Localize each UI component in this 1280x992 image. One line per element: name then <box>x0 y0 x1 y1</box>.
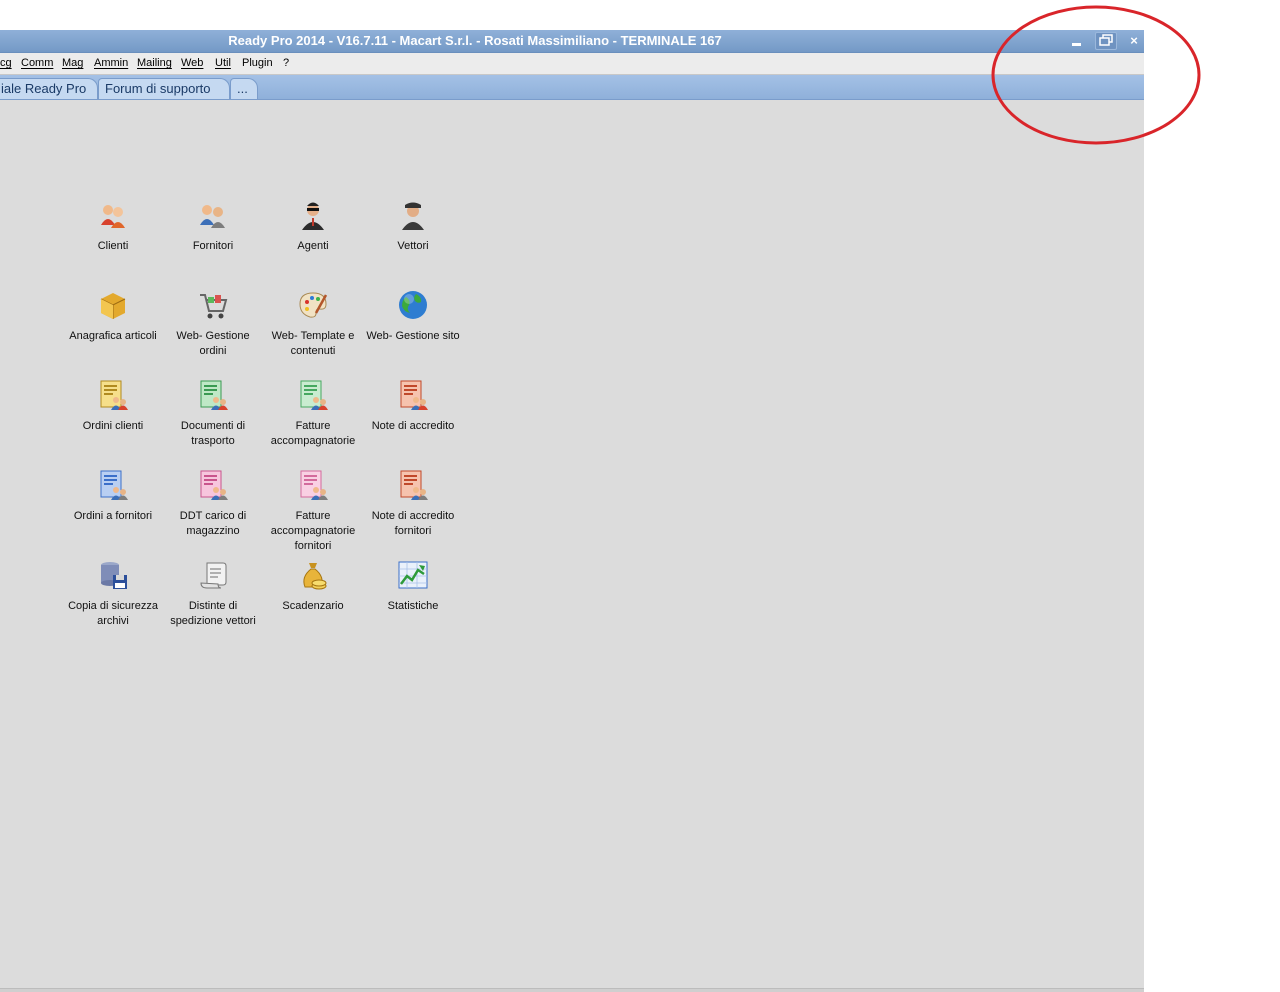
desktop-icon-label: Fatture accompagnatorie <box>270 420 356 447</box>
cart-icon <box>200 294 228 319</box>
desktop-icon-clienti[interactable]: Clienti <box>65 199 161 254</box>
desktop-icon-label: Vettori <box>397 240 429 252</box>
agenti-icon <box>302 202 324 230</box>
backup-disk-icon <box>101 562 127 589</box>
title-bar[interactable]: Ready Pro 2014 - V16.7.11 - Macart S.r.l… <box>0 30 1144 53</box>
restore-icon <box>1099 34 1113 46</box>
menu-ammin[interactable]: Ammin <box>94 53 128 74</box>
articles-box-icon <box>100 293 126 319</box>
menu-util[interactable]: Util <box>215 53 231 74</box>
minimize-icon <box>1072 43 1081 46</box>
desktop-icon-ddt-carico-di-magazzino[interactable]: DDT carico di magazzino <box>165 469 261 539</box>
menu-comm[interactable]: Comm <box>21 53 53 74</box>
status-bar <box>0 988 1144 992</box>
fornitori-icon <box>200 205 225 228</box>
menu-plugin[interactable]: Plugin <box>242 53 273 74</box>
document-people-icon <box>300 380 328 410</box>
desktop-icon-label: Copia di sicurezza archivi <box>68 600 158 627</box>
desktop-icon-web-template-contenuti[interactable]: Web- Template e contenuti <box>265 289 361 359</box>
desktop-icon-label: Ordini clienti <box>82 420 144 432</box>
menu-web[interactable]: Web <box>181 53 203 74</box>
desktop-icon-note-di-accredito[interactable]: Note di accredito <box>365 379 461 434</box>
desktop-icon-label: Web- Gestione ordini <box>176 330 250 357</box>
palette-icon <box>299 292 328 318</box>
desktop-icon-anagrafica-articoli[interactable]: Anagrafica articoli <box>65 289 161 344</box>
restore-button[interactable] <box>1095 32 1117 50</box>
scroll-icon <box>200 562 227 589</box>
desktop-icon-label: Web- Gestione sito <box>366 330 460 342</box>
menu-mailing[interactable]: Mailing <box>137 53 172 74</box>
document-people-icon <box>200 380 228 410</box>
document-people-icon <box>400 470 428 500</box>
desktop-icon-distinte-di-spedizione-vettori[interactable]: Distinte di spedizione vettori <box>165 559 261 629</box>
desktop-icon-label: Fornitori <box>192 240 234 252</box>
money-bag-icon <box>303 563 327 590</box>
tab-bar: iale Ready Pro Forum di supporto ... <box>0 75 1144 100</box>
globe-icon <box>399 291 427 319</box>
close-button[interactable]: × <box>1123 32 1144 50</box>
vettori-icon <box>402 202 424 230</box>
minimize-button[interactable] <box>1066 32 1088 50</box>
desktop-icon-fornitori[interactable]: Fornitori <box>165 199 261 254</box>
desktop-icon-scadenzario[interactable]: Scadenzario <box>265 559 361 614</box>
desktop-icon-label: Agenti <box>297 240 329 252</box>
desktop-icon-web-gestione-sito[interactable]: Web- Gestione sito <box>365 289 461 344</box>
tab-ufficiale-ready-pro[interactable]: iale Ready Pro <box>0 78 98 99</box>
desktop-icon-label: Web- Template e contenuti <box>271 330 355 357</box>
menu-contabilita[interactable]: cg <box>0 53 12 74</box>
statistics-chart-icon <box>398 561 428 589</box>
desktop-icon-copia-di-sicurezza-archivi[interactable]: Copia di sicurezza archivi <box>65 559 161 629</box>
menu-bar: cg Comm Mag Ammin Mailing Web Util Plugi… <box>0 53 1144 75</box>
desktop-icon-label: Ordini a fornitori <box>73 510 153 522</box>
document-people-icon <box>400 380 428 410</box>
clienti-icon <box>101 205 125 228</box>
desktop-icon-agenti[interactable]: Agenti <box>265 199 361 254</box>
document-people-icon <box>100 470 128 500</box>
desktop-icon-fatture-accompagnatorie-fornitori[interactable]: Fatture accompagnatorie fornitori <box>265 469 361 554</box>
close-icon: × <box>1130 33 1138 48</box>
desktop-icon-label: Clienti <box>97 240 129 252</box>
desktop-icon-label: Fatture accompagnatorie fornitori <box>270 510 356 552</box>
document-people-icon <box>300 470 328 500</box>
desktop-icon-label: Note di accredito <box>371 420 455 432</box>
desktop-icon-label: Statistiche <box>387 600 439 612</box>
desktop-icon-label: DDT carico di magazzino <box>179 510 247 537</box>
desktop-icon-statistiche[interactable]: Statistiche <box>365 559 461 614</box>
tab-more[interactable]: ... <box>230 78 258 99</box>
desktop-icon-vettori[interactable]: Vettori <box>365 199 461 254</box>
menu-help[interactable]: ? <box>283 53 289 74</box>
desktop-icon-ordini-a-fornitori[interactable]: Ordini a fornitori <box>65 469 161 524</box>
tab-forum-di-supporto[interactable]: Forum di supporto <box>98 78 230 99</box>
desktop-icon-label: Distinte di spedizione vettori <box>170 600 256 627</box>
desktop-icon-web-gestione-ordini[interactable]: Web- Gestione ordini <box>165 289 261 359</box>
desktop-icon-documenti-di-trasporto[interactable]: Documenti di trasporto <box>165 379 261 449</box>
desktop-icon-fatture-accompagnatorie[interactable]: Fatture accompagnatorie <box>265 379 361 449</box>
desktop-icon-note-di-accredito-fornitori[interactable]: Note di accredito fornitori <box>365 469 461 539</box>
desktop-icon-label: Documenti di trasporto <box>180 420 246 447</box>
desktop-icon-ordini-clienti[interactable]: Ordini clienti <box>65 379 161 434</box>
desktop-icon-label: Note di accredito fornitori <box>371 510 455 537</box>
app-window: Ready Pro 2014 - V16.7.11 - Macart S.r.l… <box>0 30 1144 992</box>
document-people-icon <box>100 380 128 410</box>
menu-mag[interactable]: Mag <box>62 53 83 74</box>
desktop-icon-label: Anagrafica articoli <box>69 330 157 342</box>
window-title: Ready Pro 2014 - V16.7.11 - Macart S.r.l… <box>228 33 722 48</box>
desktop-icon-label: Scadenzario <box>282 600 344 612</box>
document-people-icon <box>200 470 228 500</box>
